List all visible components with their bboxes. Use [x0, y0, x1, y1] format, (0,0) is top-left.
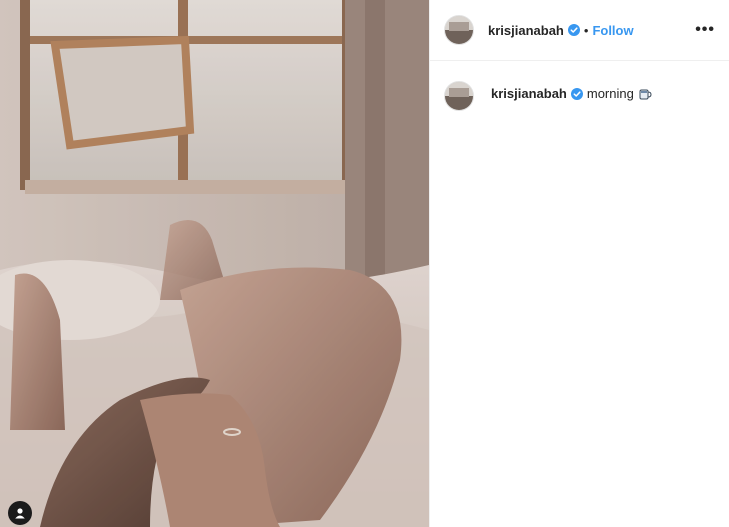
post-header: krisjianabah • Follow ••• [430, 0, 729, 61]
post-viewer: krisjianabah • Follow ••• krisjianabah m… [0, 0, 729, 527]
verified-badge-icon [567, 24, 580, 36]
avatar[interactable] [444, 81, 474, 111]
avatar-image [445, 82, 473, 110]
avatar[interactable] [444, 15, 474, 45]
avatar-image [445, 16, 473, 44]
caption-comment: krisjianabah morning [430, 61, 729, 111]
username-link[interactable]: krisjianabah [488, 23, 564, 38]
post-photo[interactable] [0, 0, 429, 527]
verified-badge-icon [570, 87, 583, 100]
follow-button[interactable]: Follow [592, 23, 633, 38]
more-options-button[interactable]: ••• [695, 21, 715, 39]
post-details-panel: krisjianabah • Follow ••• krisjianabah m… [429, 0, 729, 527]
person-icon [15, 508, 25, 519]
tagged-people-button[interactable] [8, 501, 32, 525]
coffee-cup-icon [639, 89, 652, 99]
caption-text-row: krisjianabah morning [491, 86, 652, 101]
caption-username-link[interactable]: krisjianabah [491, 86, 567, 101]
separator-dot: • [583, 22, 589, 38]
caption-text: morning [586, 86, 634, 101]
photo-illustration [0, 0, 429, 527]
